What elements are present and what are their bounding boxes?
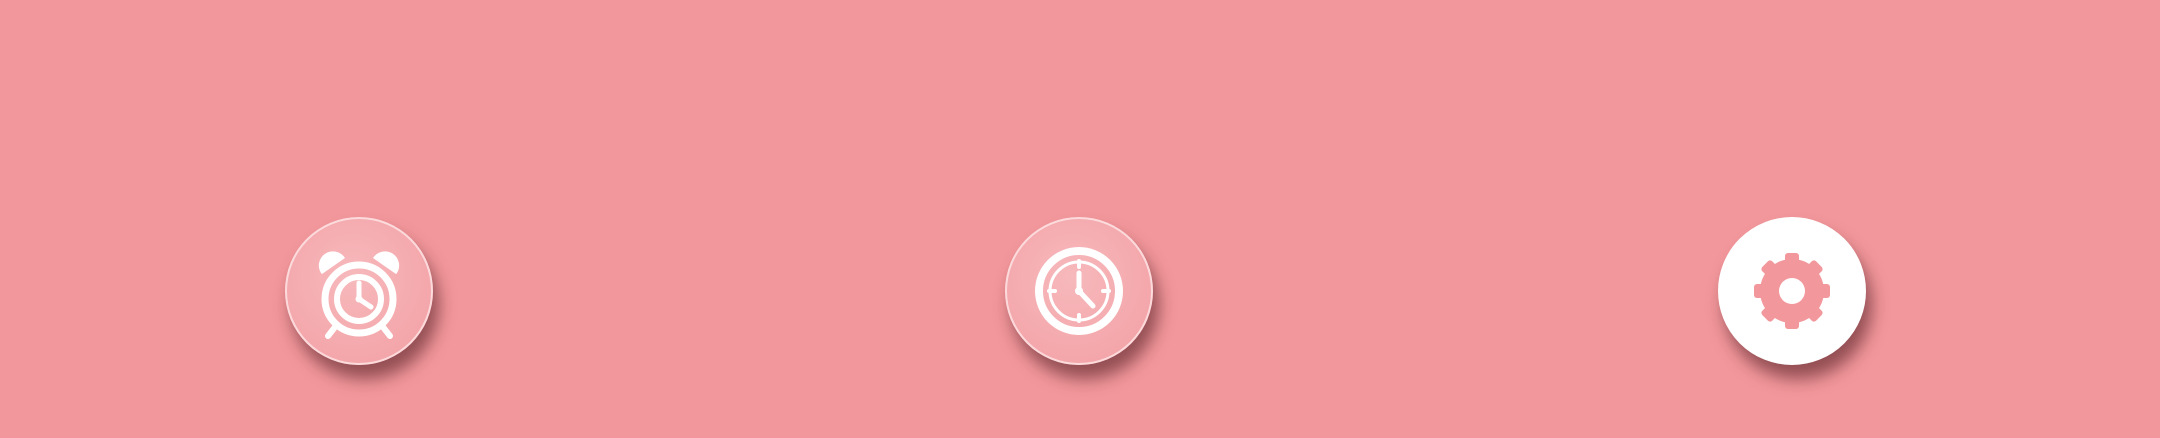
clock-icon xyxy=(1035,247,1123,335)
app-screen xyxy=(0,0,2160,438)
alarm-clock-icon xyxy=(318,251,400,339)
gear-icon xyxy=(1754,253,1830,329)
settings-button[interactable] xyxy=(1718,217,1866,365)
clock-button[interactable] xyxy=(1005,217,1153,365)
alarm-button[interactable] xyxy=(285,217,433,365)
